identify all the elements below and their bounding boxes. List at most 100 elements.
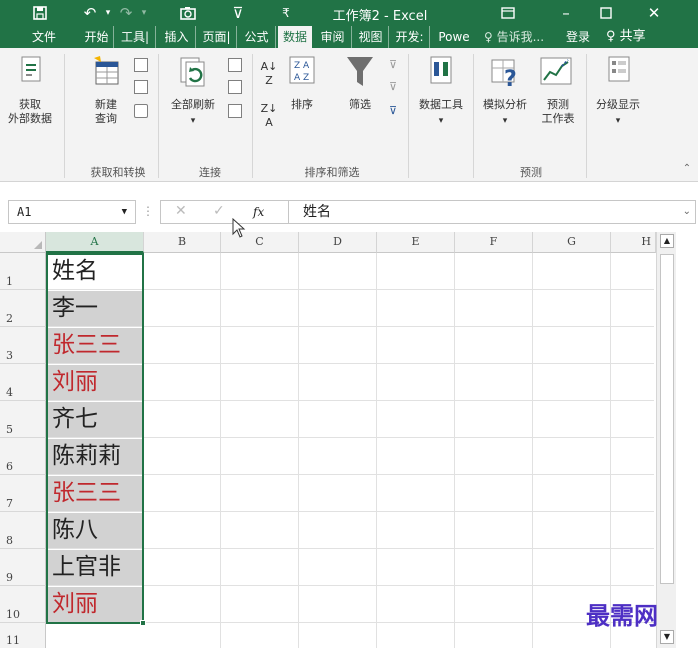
- column-header-e[interactable]: E: [377, 232, 455, 253]
- cell-a3[interactable]: 张三三: [47, 328, 143, 363]
- recent-sources-icon[interactable]: [134, 104, 148, 118]
- forecast-sheet-button[interactable]: 预测 工作表: [534, 56, 578, 156]
- tab-developer[interactable]: 开发:: [390, 26, 430, 48]
- connections-icon[interactable]: [228, 58, 242, 72]
- column-header-f[interactable]: F: [455, 232, 533, 253]
- cell-a1[interactable]: 姓名: [47, 254, 143, 289]
- filter-label: 筛选: [349, 98, 371, 111]
- cell-a5[interactable]: 齐七: [47, 402, 143, 437]
- row-header[interactable]: 5: [0, 401, 46, 438]
- ribbon-tabs: 文件 开始 工具| 插入 页面| 公式 数据 审阅 视图 开发: Powe ♀ …: [0, 26, 698, 48]
- column-header-g[interactable]: G: [533, 232, 611, 253]
- data-tools-dropdown-icon[interactable]: ▾: [412, 114, 470, 128]
- name-box[interactable]: A1 ▼: [8, 200, 136, 224]
- tab-data[interactable]: 数据: [278, 26, 312, 48]
- group-label-sort-filter: 排序和筛选: [304, 166, 360, 179]
- tab-tools[interactable]: 工具|: [115, 26, 156, 48]
- outline-label: 分级显示: [596, 98, 640, 111]
- outline-dropdown-icon[interactable]: ▾: [588, 114, 648, 128]
- save-icon[interactable]: [28, 3, 52, 23]
- row-header[interactable]: 9: [0, 549, 46, 586]
- clear-filter-icon[interactable]: ⊽: [384, 58, 402, 76]
- row-header[interactable]: 2: [0, 290, 46, 327]
- advanced-filter-icon[interactable]: ⊽: [384, 104, 402, 122]
- show-queries-icon[interactable]: [134, 58, 148, 72]
- filter-quick-icon[interactable]: ⊽: [226, 3, 250, 23]
- column-header-h[interactable]: H: [611, 232, 656, 253]
- tab-insert[interactable]: 插入: [158, 26, 196, 48]
- row-header[interactable]: 6: [0, 438, 46, 475]
- tab-home[interactable]: 开始: [80, 26, 114, 48]
- tab-page-layout[interactable]: 页面|: [197, 26, 237, 48]
- row-header[interactable]: 1: [0, 253, 46, 290]
- cell-a2[interactable]: 李一: [47, 291, 143, 326]
- row-header[interactable]: 3: [0, 327, 46, 364]
- ribbon: 获取 外部数据 新建 查询 获取和转换 全部刷新 ▾ 连接 A↓ Z Z↓ A Z …: [0, 48, 698, 182]
- cell-a10[interactable]: 刘丽: [47, 587, 143, 622]
- scrollbar-thumb[interactable]: [660, 254, 674, 584]
- close-icon[interactable]: ✕: [642, 3, 666, 23]
- sort-button[interactable]: Z A A Z 排序: [284, 56, 320, 156]
- edit-links-icon[interactable]: [228, 104, 242, 118]
- minimize-icon[interactable]: –: [554, 3, 578, 23]
- vertical-scrollbar[interactable]: ▲ ▼: [656, 232, 676, 648]
- what-if-analysis-button[interactable]: ? 模拟分析 ▾: [476, 56, 534, 156]
- what-if-dropdown-icon[interactable]: ▾: [476, 114, 534, 128]
- scroll-down-icon[interactable]: ▼: [660, 630, 674, 644]
- expand-formula-bar-icon[interactable]: ⌄: [683, 201, 691, 223]
- row-header[interactable]: 4: [0, 364, 46, 401]
- new-query-button[interactable]: 新建 查询: [80, 56, 132, 156]
- reapply-filter-icon[interactable]: ⊽: [384, 80, 402, 98]
- get-external-data-button[interactable]: 获取 外部数据: [2, 56, 58, 156]
- from-table-icon[interactable]: [134, 80, 148, 94]
- cell-a4[interactable]: 刘丽: [47, 365, 143, 400]
- camera-icon[interactable]: [176, 3, 200, 23]
- login-link[interactable]: 登录: [566, 26, 590, 48]
- redo-dropdown-icon[interactable]: ▾: [132, 3, 156, 23]
- select-all-button[interactable]: [0, 232, 46, 253]
- get-external-data-label: 获取 外部数据: [8, 98, 52, 125]
- cell-a6[interactable]: 陈莉莉: [47, 439, 143, 474]
- row-header[interactable]: 8: [0, 512, 46, 549]
- new-query-label: 新建 查询: [95, 98, 117, 125]
- tab-review[interactable]: 审阅: [314, 26, 352, 48]
- tab-formulas[interactable]: 公式: [238, 26, 276, 48]
- tab-power[interactable]: Powe: [431, 26, 477, 48]
- formula-input[interactable]: 姓名 ⌄: [288, 200, 696, 224]
- mouse-pointer-icon: [232, 218, 246, 238]
- outline-button[interactable]: 分级显示 ▾: [588, 56, 648, 156]
- maximize-icon[interactable]: [594, 3, 618, 23]
- cell-a7[interactable]: 张三三: [47, 476, 143, 511]
- formula-bar-resize-handle[interactable]: ⋮: [142, 204, 154, 218]
- customize-toolbar-icon[interactable]: ₹: [274, 3, 298, 23]
- sort-ascending-icon[interactable]: A↓ Z: [258, 60, 280, 87]
- tab-file[interactable]: 文件: [22, 26, 66, 48]
- share-button[interactable]: ♀ 共享: [606, 26, 646, 48]
- data-tools-button[interactable]: 数据工具 ▾: [412, 56, 470, 156]
- column-header-d[interactable]: D: [299, 232, 377, 253]
- collapse-ribbon-icon[interactable]: ⌃: [680, 162, 694, 176]
- fill-handle[interactable]: [140, 620, 146, 626]
- column-header-a[interactable]: A: [46, 232, 144, 253]
- tell-me-search[interactable]: ♀ 告诉我...: [484, 26, 544, 48]
- scroll-up-icon[interactable]: ▲: [660, 234, 674, 248]
- filter-button[interactable]: 筛选: [338, 56, 382, 156]
- sort-label: 排序: [291, 98, 313, 111]
- row-header[interactable]: 7: [0, 475, 46, 512]
- cancel-icon[interactable]: ✕: [175, 203, 187, 219]
- cell-a9[interactable]: 上官非: [47, 550, 143, 585]
- refresh-all-button[interactable]: 全部刷新 ▾: [162, 56, 224, 156]
- sort-descending-icon[interactable]: Z↓ A: [258, 102, 280, 129]
- column-header-b[interactable]: B: [144, 232, 221, 253]
- properties-icon[interactable]: [228, 80, 242, 94]
- cell-a8[interactable]: 陈八: [47, 513, 143, 548]
- name-box-dropdown-icon[interactable]: ▼: [122, 201, 127, 223]
- row-header[interactable]: 11: [0, 623, 46, 648]
- row-header[interactable]: 10: [0, 586, 46, 623]
- insert-function-icon[interactable]: fx: [253, 205, 264, 219]
- enter-icon[interactable]: ✓: [213, 203, 225, 219]
- forecast-chart-icon: [540, 57, 572, 85]
- refresh-dropdown-icon[interactable]: ▾: [162, 114, 224, 128]
- ribbon-display-icon[interactable]: [496, 3, 520, 23]
- tab-view[interactable]: 视图: [353, 26, 389, 48]
